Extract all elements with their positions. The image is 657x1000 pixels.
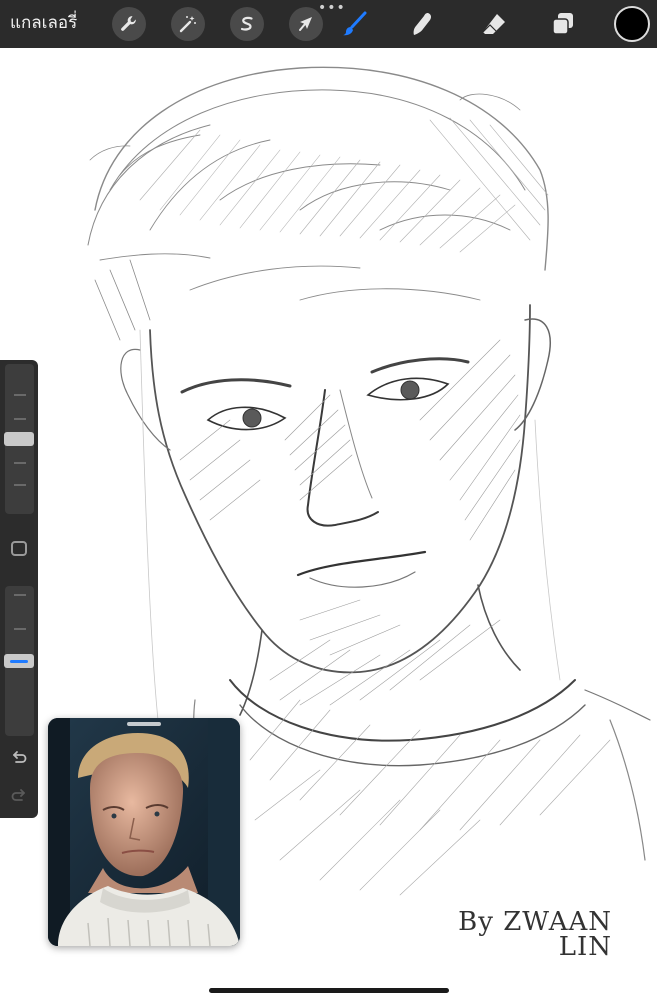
smudge-tool-button[interactable] bbox=[406, 8, 438, 40]
slider-tick bbox=[14, 418, 26, 420]
reference-window[interactable] bbox=[48, 718, 240, 946]
gallery-button[interactable]: แกลเลอรี่ bbox=[10, 10, 77, 36]
opacity-thumb[interactable] bbox=[4, 654, 34, 668]
layers-icon bbox=[552, 13, 573, 35]
slider-tick bbox=[14, 628, 26, 630]
brush-tool-button[interactable] bbox=[338, 8, 370, 40]
slider-tick bbox=[14, 484, 26, 486]
eraser-tool-button[interactable] bbox=[478, 8, 510, 40]
adjustments-button[interactable] bbox=[171, 7, 205, 41]
left-sidebar bbox=[0, 360, 38, 818]
selection-button[interactable] bbox=[230, 7, 264, 41]
redo-button[interactable] bbox=[8, 784, 30, 806]
undo-arrow-icon bbox=[13, 751, 27, 763]
brush-icon bbox=[343, 11, 367, 36]
top-toolbar: แกลเลอรี่ ••• bbox=[0, 0, 657, 48]
reference-drag-handle[interactable] bbox=[127, 722, 161, 726]
selection-s-icon bbox=[240, 16, 253, 31]
color-picker-button[interactable] bbox=[614, 6, 650, 42]
square-outline-icon[interactable] bbox=[11, 541, 27, 556]
reference-photo bbox=[48, 718, 240, 946]
actions-button[interactable] bbox=[112, 7, 146, 41]
magic-wand-icon bbox=[179, 16, 196, 33]
transform-button[interactable] bbox=[289, 7, 323, 41]
slider-tick bbox=[14, 394, 26, 396]
slider-tick bbox=[14, 462, 26, 464]
arrow-cursor-icon bbox=[299, 17, 312, 31]
slider-tick bbox=[14, 594, 26, 596]
home-indicator[interactable] bbox=[209, 988, 449, 993]
signature-line-2: LIN bbox=[558, 932, 612, 962]
smudge-finger-icon bbox=[413, 13, 432, 35]
redo-arrow-icon bbox=[11, 789, 25, 801]
artist-signature: By ZWAAN LIN bbox=[452, 909, 612, 962]
layers-button[interactable] bbox=[547, 8, 579, 40]
brush-size-thumb[interactable] bbox=[4, 432, 34, 446]
wrench-icon bbox=[121, 16, 136, 31]
eraser-icon bbox=[482, 14, 505, 34]
undo-button[interactable] bbox=[8, 746, 30, 768]
